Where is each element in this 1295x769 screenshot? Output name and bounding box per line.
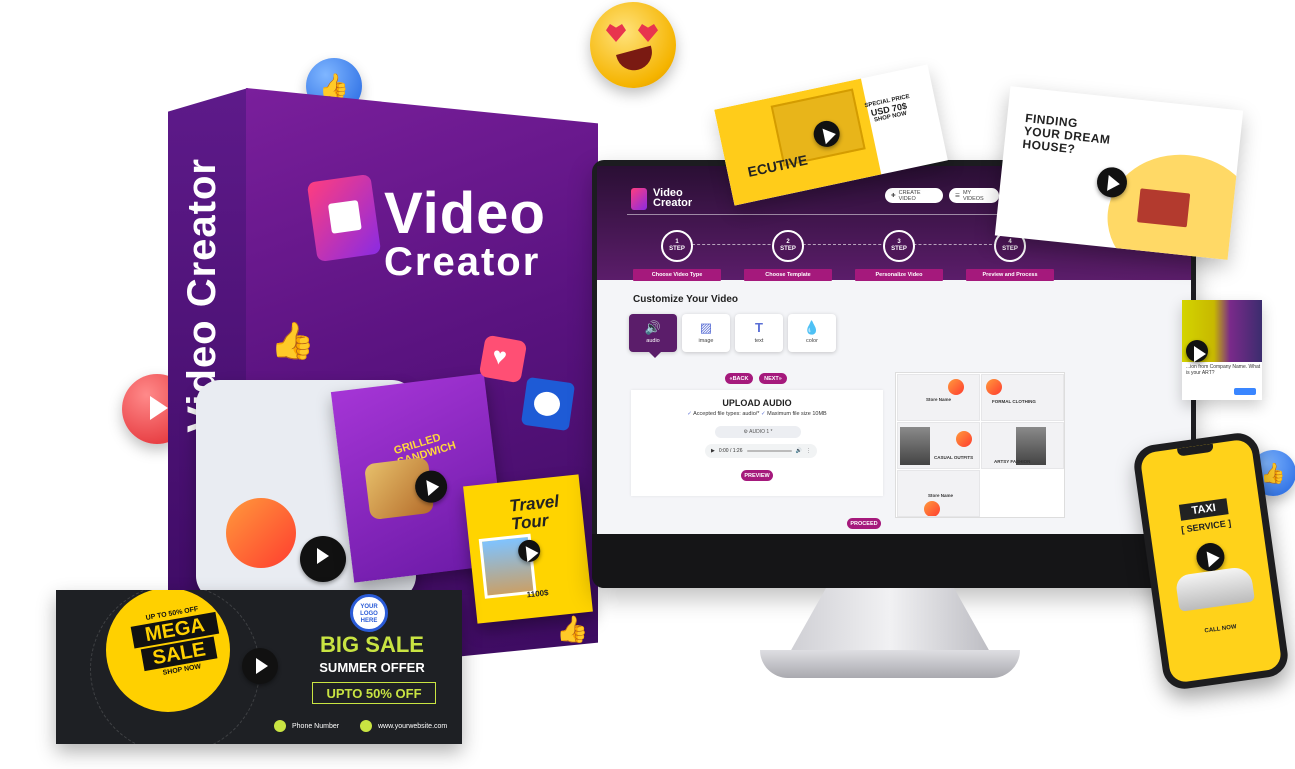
play-icon xyxy=(300,536,346,582)
tab-audio[interactable]: 🔊 audio xyxy=(629,314,677,352)
banner-website: www.yourwebsite.com xyxy=(360,720,447,732)
create-video-button[interactable]: ✚ CREATE VIDEO xyxy=(885,188,943,203)
travel-video-card: Travel Tour 1100$ xyxy=(463,474,593,624)
step-4-label[interactable]: Preview and Process xyxy=(966,269,1054,281)
speaker-icon: 🔊 xyxy=(644,320,662,335)
mini-video-card: ...ion from Company Name. What is your A… xyxy=(1182,300,1262,400)
box-title: Video Creator xyxy=(384,181,546,285)
mega-sale-banner: UP TO 50% OFF MEGA SALE SHOP NOW YOUR LO… xyxy=(56,590,462,744)
app-name: Video Creator xyxy=(653,187,693,209)
customize-title: Customize Your Video xyxy=(633,294,739,305)
app-logo-icon xyxy=(631,188,647,210)
upto-offer-text: UPTO 50% OFF xyxy=(312,682,436,704)
dream-house-card: FINDING YOUR DREAM HOUSE? xyxy=(994,86,1244,260)
seek-bar[interactable] xyxy=(746,450,792,452)
template-preview-grid: Store Name FORMAL CLOTHING CASUAL OUTFIT… xyxy=(895,372,1065,518)
template-thumb[interactable]: ARTSY FASHION xyxy=(981,422,1064,469)
drop-icon: 💧 xyxy=(803,320,821,335)
template-thumb[interactable]: CASUAL OUTFITS xyxy=(897,422,980,469)
house-icon xyxy=(1136,188,1191,228)
tab-color[interactable]: 💧 color xyxy=(788,314,836,352)
phone-icon xyxy=(274,720,286,732)
proceed-button[interactable]: PROCEED xyxy=(847,518,881,529)
play-icon xyxy=(1186,340,1208,362)
upload-title: UPLOAD AUDIO xyxy=(722,398,792,408)
big-sale-text: BIG SALE xyxy=(320,632,424,657)
list-icon: ☰ xyxy=(955,192,960,199)
tab-image[interactable]: ▨ image xyxy=(682,314,730,352)
monitor-foot xyxy=(760,650,1020,678)
step-2-circle[interactable]: 2 STEP xyxy=(772,230,804,262)
step-3-circle[interactable]: 3 STEP xyxy=(883,230,915,262)
heart-icon xyxy=(478,334,528,384)
clapperboard-logo-icon xyxy=(306,173,382,263)
back-button[interactable]: «BACK xyxy=(725,373,753,384)
banner-phone: Phone Number xyxy=(274,720,339,732)
summer-offer-text: SUMMER OFFER xyxy=(319,660,425,675)
volume-icon[interactable]: 🔊 xyxy=(796,448,802,454)
preview-button[interactable]: PREVIEW xyxy=(741,470,773,481)
more-options-icon[interactable]: ⋮ xyxy=(806,448,811,454)
play-icon xyxy=(242,648,278,684)
upload-requirements: ✓ Accepted file types: audio/* ✓ Maximum… xyxy=(687,411,827,417)
promo-stage: 👍 👍 Video Creator Video Creator GRILLED … xyxy=(0,0,1295,769)
next-button[interactable]: NEXT» xyxy=(759,373,787,384)
my-videos-button[interactable]: ☰ MY VIDEOS xyxy=(949,188,999,203)
step-1-label[interactable]: Choose Video Type xyxy=(633,269,721,281)
template-thumb[interactable]: Store Name xyxy=(897,374,980,421)
check-icon: ✓ xyxy=(760,411,766,417)
audio-select[interactable]: ⚙ AUDIO 1 * xyxy=(715,426,801,438)
text-icon: T xyxy=(755,320,763,335)
plus-icon: ✚ xyxy=(891,192,896,199)
audio-player[interactable]: ▶ 0:00 / 1:26 🔊 ⋮ xyxy=(705,444,817,458)
check-icon: ✓ xyxy=(687,411,692,417)
step-2-label[interactable]: Choose Template xyxy=(744,269,832,281)
eye-tile-icon xyxy=(520,376,576,432)
tab-text[interactable]: T text xyxy=(735,314,783,352)
upload-audio-panel: UPLOAD AUDIO ✓ Accepted file types: audi… xyxy=(631,390,883,496)
thumbs-up-icon: 👍 xyxy=(556,614,589,644)
car-image xyxy=(1174,565,1256,612)
template-thumb[interactable]: FORMAL CLOTHING xyxy=(981,374,1064,421)
step-1-circle[interactable]: 1 STEP xyxy=(661,230,693,262)
player-time: 0:00 / 1:26 xyxy=(718,448,743,454)
heart-eyes-emoji-icon xyxy=(590,2,676,88)
thumbs-up-icon: 👍 xyxy=(270,320,315,361)
play-icon xyxy=(1194,541,1227,573)
globe-icon xyxy=(360,720,372,732)
step-3-label[interactable]: Personalize Video xyxy=(855,269,943,281)
template-thumb[interactable]: Store Name xyxy=(897,470,980,517)
play-button-icon[interactable]: ▶ xyxy=(711,448,715,454)
monitor-stand xyxy=(790,588,990,652)
your-logo-badge: YOUR LOGO HERE xyxy=(350,594,388,632)
image-icon: ▨ xyxy=(699,320,713,335)
